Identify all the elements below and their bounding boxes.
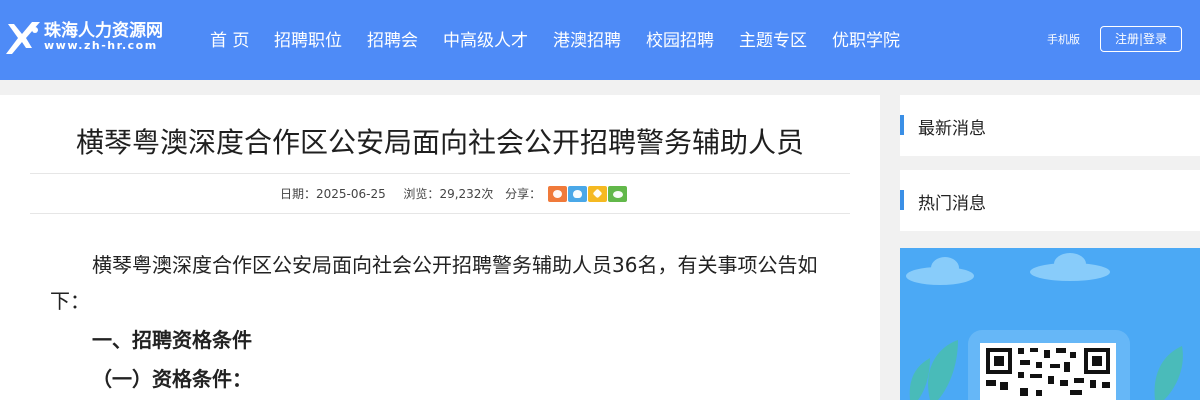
view-count: 29,232次 — [439, 187, 494, 201]
nav-item-hk-macau[interactable]: 港澳招聘 — [553, 26, 621, 51]
qr-promo-card[interactable] — [900, 248, 1200, 400]
latest-news-title: 最新消息 — [918, 119, 986, 139]
hot-news-box: 热门消息 — [900, 170, 1200, 231]
article-title: 横琴粤澳深度合作区公安局面向社会公开招聘警务辅助人员 — [75, 126, 804, 159]
qr-code-icon — [980, 343, 1116, 400]
qzone-star-icon[interactable] — [587, 185, 607, 202]
article-intro-paragraph: 横琴粤澳深度合作区公安局面向社会公开招聘警务辅助人员36名，有关事项公告如下： — [50, 253, 818, 313]
divider-top — [30, 173, 850, 174]
site-logo[interactable]: 珠海人力资源网 www.zh-hr.com — [2, 14, 192, 60]
qq-icon[interactable] — [567, 185, 587, 202]
section-subheading-1: （一）资格条件： — [92, 367, 252, 391]
logo-chinese-name: 珠海人力资源网 — [44, 21, 163, 41]
article-panel: 横琴粤澳深度合作区公安局面向社会公开招聘警务辅助人员 日期：2025-06-25… — [0, 95, 880, 400]
date-label: 日期： — [280, 187, 317, 201]
nav-item-topics[interactable]: 主题专区 — [739, 26, 807, 51]
views-label: 浏览： — [403, 187, 440, 201]
cloud-icon — [906, 253, 1110, 285]
nav-item-job-fair[interactable]: 招聘会 — [367, 26, 418, 51]
latest-news-box: 最新消息 — [900, 95, 1200, 156]
divider-bottom — [30, 213, 850, 214]
weibo-icon[interactable] — [547, 185, 567, 202]
nav-item-home[interactable]: 首 页 — [210, 26, 249, 51]
nav-item-campus[interactable]: 校园招聘 — [646, 26, 714, 51]
share-buttons — [547, 185, 628, 202]
publish-date: 2025-06-25 — [316, 186, 386, 201]
wechat-icon[interactable] — [607, 185, 627, 202]
qr-promo-illustration — [906, 253, 1183, 400]
accent-bar — [900, 115, 904, 135]
register-login-button[interactable]: 注册|登录 — [1100, 26, 1182, 52]
share-label: 分享： — [505, 187, 542, 201]
running-person-logo-icon — [6, 22, 40, 54]
nav-item-senior-talent[interactable]: 中高级人才 — [443, 26, 528, 51]
accent-bar — [900, 190, 904, 210]
nav-item-academy[interactable]: 优职学院 — [832, 26, 900, 51]
mobile-version-link[interactable]: 手机版 — [1047, 31, 1080, 47]
nav-item-jobs[interactable]: 招聘职位 — [274, 26, 342, 51]
logo-domain: www.zh-hr.com — [44, 39, 158, 52]
article-meta: 日期：2025-06-25 浏览：29,232次 分享： — [280, 185, 628, 203]
hot-news-title: 热门消息 — [918, 194, 986, 214]
top-navigation-bar: 珠海人力资源网 www.zh-hr.com 首 页 招聘职位 招聘会 中高级人才… — [0, 0, 1200, 80]
section-heading-1: 一、招聘资格条件 — [92, 328, 252, 352]
